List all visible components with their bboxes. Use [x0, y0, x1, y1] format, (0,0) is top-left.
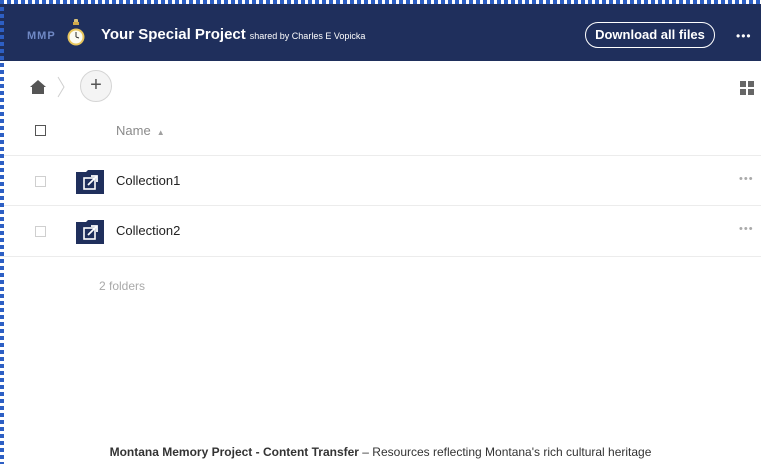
select-all-checkbox[interactable]: [35, 125, 46, 136]
mmp-logo: MMP: [27, 26, 67, 42]
name-column-header[interactable]: Name ▲: [116, 123, 165, 138]
add-button[interactable]: +: [80, 70, 112, 102]
folder-name[interactable]: Collection1: [116, 173, 180, 188]
breadcrumb-toolbar: +: [0, 61, 761, 106]
row-more-menu-button[interactable]: •••: [739, 173, 754, 185]
shared-by-text: shared by Charles E Vopicka: [249, 31, 366, 41]
app-header: MMP Your Special Project shared by Charle…: [0, 4, 761, 61]
sort-ascending-icon: ▲: [156, 128, 165, 137]
folder-count: 2 folders: [99, 279, 146, 293]
folder-name[interactable]: Collection2: [116, 223, 180, 238]
shared-folder-icon: [76, 170, 104, 194]
row-checkbox[interactable]: [35, 176, 46, 187]
project-title-text: Your Special Project: [101, 26, 246, 43]
home-icon[interactable]: [30, 80, 46, 94]
header-more-menu-button[interactable]: •••: [736, 29, 752, 43]
list-item[interactable]: Collection1 •••: [0, 155, 761, 205]
watch-icon: [67, 19, 85, 46]
row-checkbox[interactable]: [35, 226, 46, 237]
name-column-label: Name: [116, 123, 151, 138]
row-more-menu-button[interactable]: •••: [739, 223, 754, 235]
logo-text: MMP: [27, 30, 56, 42]
breadcrumb-chevron-icon: [57, 76, 65, 98]
list-header: Name ▲: [0, 106, 761, 154]
footer-description: – Resources reflecting Montana's rich cu…: [358, 445, 652, 459]
download-all-button[interactable]: Download all files: [585, 22, 715, 48]
list-item[interactable]: Collection2 •••: [0, 205, 761, 255]
footer-title: Montana Memory Project - Content Transfe…: [109, 445, 359, 459]
shared-folder-icon: [76, 220, 104, 244]
grid-view-icon[interactable]: [740, 81, 754, 95]
list-divider: [0, 256, 761, 257]
page-footer: Montana Memory Project - Content Transfe…: [0, 445, 761, 459]
frame-left-border: [0, 0, 4, 464]
project-title: Your Special Project shared by Charles E …: [101, 26, 365, 43]
